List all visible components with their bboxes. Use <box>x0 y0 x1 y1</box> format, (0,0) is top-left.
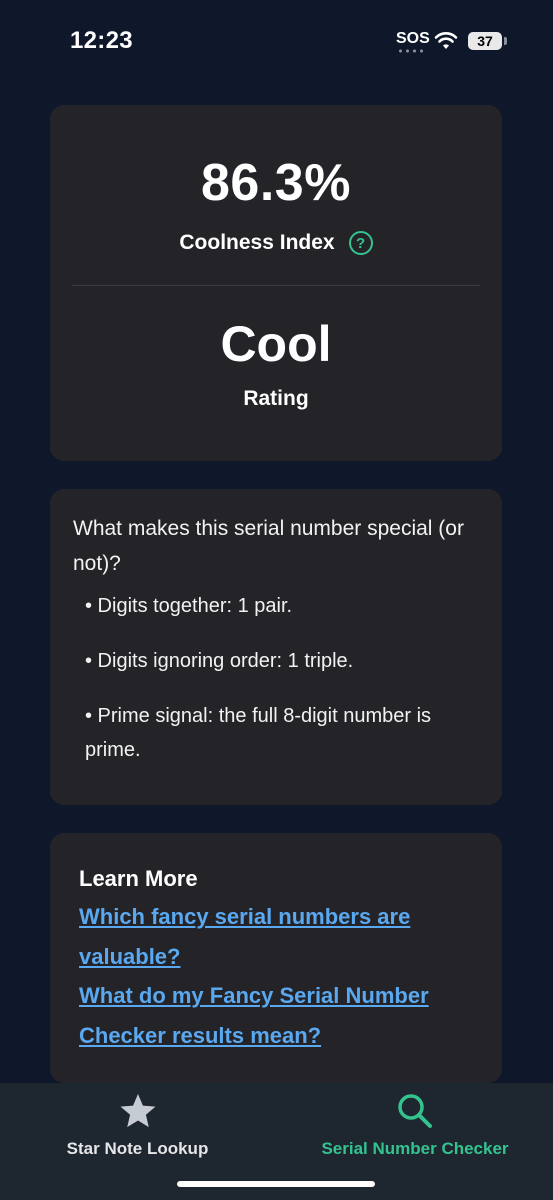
coolness-index-label: Coolness Index <box>179 231 335 254</box>
coolness-card: 86.3% Coolness Index ? Cool Rating <box>50 105 502 461</box>
status-time: 12:23 <box>70 27 133 54</box>
coolness-percent: 86.3% <box>201 154 351 212</box>
help-icon[interactable]: ? <box>348 231 373 255</box>
special-title: What makes this serial number special (o… <box>73 517 464 575</box>
battery-icon: 37 <box>468 32 502 50</box>
list-item: • Prime signal: the full 8-digit number … <box>85 705 432 761</box>
signal-dots-icon <box>397 49 425 53</box>
divider <box>72 285 480 286</box>
link-valuable-serials[interactable]: Which fancy serial numbers are valuable? <box>79 897 479 976</box>
list-item: • Digits ignoring order: 1 triple. <box>85 650 354 672</box>
tab-label: Serial Number Checker <box>321 1139 509 1158</box>
search-icon <box>398 1094 432 1128</box>
star-icon <box>120 1094 155 1128</box>
rating-value: Cool <box>220 316 332 372</box>
learn-more-title: Learn More <box>79 866 198 891</box>
rating-label: Rating <box>243 387 309 410</box>
app-screen: 12:23 SOS 37 86.3% Coolness Index ? Cool… <box>0 0 553 1200</box>
battery-level: 37 <box>477 33 493 49</box>
special-bullets: • Digits together: 1 pair. • Digits igno… <box>85 589 485 788</box>
battery-cap <box>504 37 507 45</box>
coolness-index-row: Coolness Index ? <box>50 231 502 255</box>
list-item: • Digits together: 1 pair. <box>85 595 293 617</box>
special-card: What makes this serial number special (o… <box>50 489 502 805</box>
learn-more-card: Learn More Which fancy serial numbers ar… <box>50 833 502 1083</box>
tab-label: Star Note Lookup <box>66 1139 209 1158</box>
learn-more-links: Which fancy serial numbers are valuable?… <box>79 897 479 1055</box>
sos-indicator: SOS <box>396 30 430 47</box>
wifi-icon <box>434 32 458 49</box>
link-results-meaning[interactable]: What do my Fancy Serial Number Checker r… <box>79 976 479 1055</box>
tab-star-note-lookup[interactable]: Star Note Lookup <box>60 1083 215 1163</box>
tab-bar: Star Note Lookup Serial Number Checker <box>0 1083 553 1200</box>
home-indicator[interactable] <box>177 1181 375 1187</box>
status-bar: 12:23 SOS 37 <box>0 0 553 80</box>
tab-serial-number-checker[interactable]: Serial Number Checker <box>310 1083 520 1163</box>
